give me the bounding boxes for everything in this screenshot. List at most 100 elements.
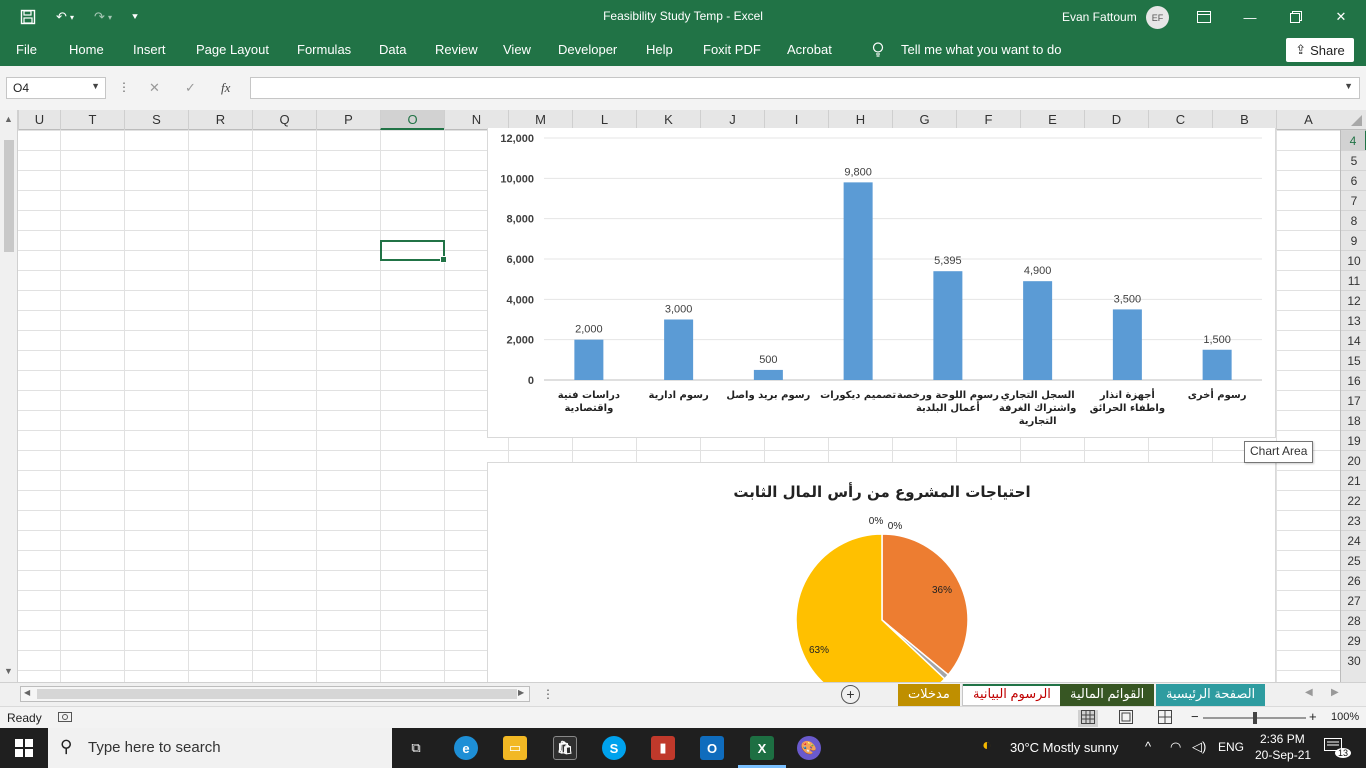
zoom-slider[interactable] <box>1203 712 1306 724</box>
tab-data[interactable]: Data <box>379 42 406 57</box>
column-header-f[interactable]: F <box>956 110 1020 130</box>
zoom-in-icon[interactable]: + <box>1309 709 1317 724</box>
column-header-u[interactable]: U <box>18 110 60 130</box>
normal-view-icon[interactable] <box>1078 710 1098 727</box>
avatar[interactable]: EF <box>1146 6 1169 29</box>
row-header-28[interactable]: 28 <box>1341 610 1366 630</box>
sheet-tab-charts[interactable]: الرسوم البيانية <box>962 684 1062 706</box>
row-header-25[interactable]: 25 <box>1341 550 1366 570</box>
tab-review[interactable]: Review <box>435 42 478 57</box>
column-header-j[interactable]: J <box>700 110 764 130</box>
horizontal-scrollbar[interactable]: ◀ ▶ <box>20 686 530 702</box>
horizontal-scroll-thumb[interactable] <box>37 689 517 699</box>
clock-date[interactable]: 20-Sep-21 <box>1255 748 1311 762</box>
tab-insert[interactable]: Insert <box>133 42 166 57</box>
sheet-tab-home-page[interactable]: الصفحة الرئيسية <box>1156 684 1266 706</box>
page-layout-view-icon[interactable] <box>1119 710 1133 727</box>
row-header-9[interactable]: 9 <box>1341 230 1366 250</box>
edge-icon[interactable]: e <box>454 736 478 760</box>
row-header-23[interactable]: 23 <box>1341 510 1366 530</box>
more-options-icon[interactable]: ⋮ <box>118 80 130 94</box>
row-header-27[interactable]: 27 <box>1341 590 1366 610</box>
row-header-11[interactable]: 11 <box>1341 270 1366 290</box>
column-header-p[interactable]: P <box>316 110 380 130</box>
tab-page-layout[interactable]: Page Layout <box>196 42 269 57</box>
column-header-r[interactable]: R <box>188 110 252 130</box>
scroll-up-icon[interactable]: ▲ <box>4 114 13 124</box>
column-header-k[interactable]: K <box>636 110 700 130</box>
sheet-tab-inputs[interactable]: مدخلات <box>898 684 960 706</box>
row-header-5[interactable]: 5 <box>1341 150 1366 170</box>
tab-file[interactable]: File <box>16 42 37 57</box>
tab-developer[interactable]: Developer <box>558 42 617 57</box>
scroll-left-icon[interactable]: ◀ <box>24 688 30 697</box>
expand-formula-icon[interactable]: ▼ <box>1344 81 1353 91</box>
task-view-icon[interactable]: ⧉ <box>404 736 428 760</box>
column-header-q[interactable]: Q <box>252 110 316 130</box>
row-header-14[interactable]: 14 <box>1341 330 1366 350</box>
row-header-16[interactable]: 16 <box>1341 370 1366 390</box>
volume-icon[interactable]: ◁) <box>1192 739 1206 755</box>
column-header-t[interactable]: T <box>60 110 124 130</box>
row-header-30[interactable]: 30 <box>1341 650 1366 670</box>
chevron-down-icon[interactable]: ▼ <box>91 81 100 91</box>
store-icon[interactable]: 🛍 <box>553 736 577 760</box>
row-header-7[interactable]: 7 <box>1341 190 1366 210</box>
row-header-20[interactable]: 20 <box>1341 450 1366 470</box>
row-header-12[interactable]: 12 <box>1341 290 1366 310</box>
zoom-knob[interactable] <box>1253 712 1257 724</box>
app-icon[interactable]: ▮ <box>651 736 675 760</box>
column-header-n[interactable]: N <box>444 110 508 130</box>
column-header-s[interactable]: S <box>124 110 188 130</box>
row-header-22[interactable]: 22 <box>1341 490 1366 510</box>
user-name[interactable]: Evan Fattoum <box>1062 10 1137 24</box>
weather-icon[interactable]: ◐ <box>982 737 992 755</box>
row-header-19[interactable]: 19 <box>1341 430 1366 450</box>
row-header-24[interactable]: 24 <box>1341 530 1366 550</box>
sheet-tab-financial-statements[interactable]: القوائم المالية <box>1060 684 1155 706</box>
ribbon-display-options-icon[interactable] <box>1192 6 1216 28</box>
row-header-8[interactable]: 8 <box>1341 210 1366 230</box>
outlook-icon[interactable]: O <box>700 736 724 760</box>
pie-chart[interactable]: احتياجات المشروع من رأس المال الثابت 36% 6… <box>487 462 1276 683</box>
cancel-entry-icon[interactable]: ✕ <box>149 80 160 96</box>
weather-text[interactable]: 30°C Mostly sunny <box>1010 740 1119 755</box>
tab-help[interactable]: Help <box>646 42 673 57</box>
select-all-button[interactable] <box>1340 110 1366 130</box>
column-header-h[interactable]: H <box>828 110 892 130</box>
formula-input[interactable]: ▼ <box>250 77 1360 99</box>
row-header-13[interactable]: 13 <box>1341 310 1366 330</box>
show-hidden-icons[interactable]: ^ <box>1145 739 1151 754</box>
row-header-29[interactable]: 29 <box>1341 630 1366 650</box>
clock-time[interactable]: 2:36 PM <box>1260 732 1305 746</box>
bar-chart[interactable]: 0 2,000 4,000 6,000 8,000 10,000 12,000 2,000 3,… <box>487 128 1276 438</box>
minimize-icon[interactable]: — <box>1238 6 1262 28</box>
tab-formulas[interactable]: Formulas <box>297 42 351 57</box>
tab-scroll-right-icon[interactable]: ▶ <box>1331 687 1339 698</box>
row-header-6[interactable]: 6 <box>1341 170 1366 190</box>
tell-me-search[interactable]: Tell me what you want to do <box>901 42 1061 57</box>
confirm-entry-icon[interactable]: ✓ <box>185 80 196 96</box>
row-header-26[interactable]: 26 <box>1341 570 1366 590</box>
row-header-21[interactable]: 21 <box>1341 470 1366 490</box>
restore-icon[interactable] <box>1284 6 1308 28</box>
vertical-scrollbar[interactable]: ▲ ▼ <box>0 110 18 682</box>
zoom-level[interactable]: 100% <box>1331 711 1359 723</box>
paint-icon[interactable]: 🎨 <box>797 736 821 760</box>
new-sheet-button[interactable]: + <box>841 685 860 704</box>
name-box[interactable]: O4 ▼ <box>6 77 106 99</box>
column-header-m[interactable]: M <box>508 110 572 130</box>
tab-view[interactable]: View <box>503 42 531 57</box>
column-header-i[interactable]: I <box>764 110 828 130</box>
row-header-10[interactable]: 10 <box>1341 250 1366 270</box>
column-header-l[interactable]: L <box>572 110 636 130</box>
windows-start-icon[interactable] <box>15 739 33 760</box>
language-indicator[interactable]: ENG <box>1218 740 1244 754</box>
column-header-d[interactable]: D <box>1084 110 1148 130</box>
macro-recording-icon[interactable] <box>58 710 72 727</box>
selected-cell[interactable] <box>380 240 447 263</box>
row-header-18[interactable]: 18 <box>1341 410 1366 430</box>
skype-icon[interactable]: S <box>602 736 626 760</box>
zoom-out-icon[interactable]: − <box>1191 709 1199 724</box>
tab-foxit-pdf[interactable]: Foxit PDF <box>703 42 761 57</box>
